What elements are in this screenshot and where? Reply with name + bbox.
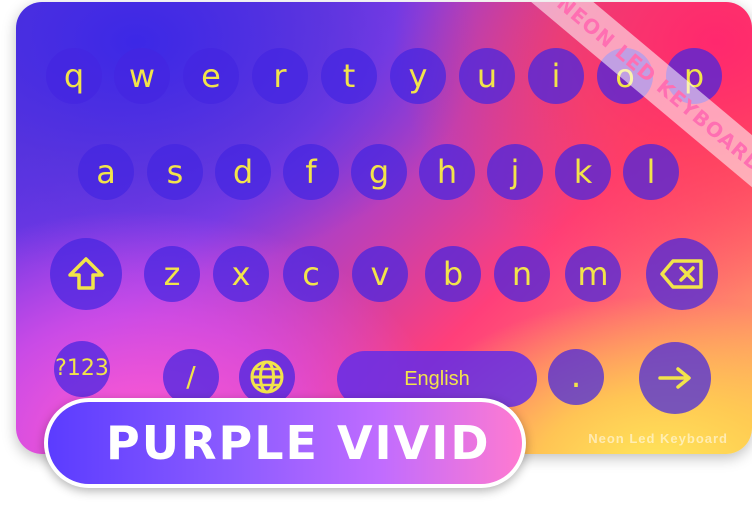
theme-name-badge-fill: PURPLE VIVID (48, 402, 522, 484)
arrow-right-icon (658, 367, 691, 389)
key-d[interactable]: d (215, 144, 271, 200)
brand-watermark: Neon Led Keyboard (588, 431, 728, 446)
key-b[interactable]: b (425, 246, 481, 302)
key-m[interactable]: m (565, 246, 621, 302)
key-g[interactable]: g (351, 144, 407, 200)
shift-arrow-up-icon (68, 257, 104, 290)
key-v[interactable]: v (352, 246, 408, 302)
key-c[interactable]: c (283, 246, 339, 302)
theme-name-badge: PURPLE VIVID (44, 398, 526, 488)
key-s[interactable]: s (147, 144, 203, 200)
key-l[interactable]: l (623, 144, 679, 200)
key-a[interactable]: a (78, 144, 134, 200)
key-t[interactable]: t (321, 48, 377, 104)
key-e[interactable]: e (183, 48, 239, 104)
globe-icon (250, 360, 284, 394)
language-key[interactable] (239, 349, 295, 405)
key-w[interactable]: w (114, 48, 170, 104)
symbols-key[interactable]: ?123 (54, 341, 110, 397)
enter-key[interactable] (639, 342, 711, 414)
key-u[interactable]: u (459, 48, 515, 104)
period-label: . (570, 356, 582, 396)
shift-key[interactable] (50, 238, 122, 310)
backspace-key[interactable] (646, 238, 718, 310)
period-key[interactable]: . (548, 349, 604, 405)
key-j[interactable]: j (487, 144, 543, 200)
theme-name: PURPLE VIVID (106, 416, 491, 470)
backspace-icon (660, 259, 703, 289)
slash-key[interactable]: / (163, 349, 219, 405)
keyboard-preview-card: q w e r t y u i o p a s d f g h j k l z … (16, 2, 752, 454)
key-z[interactable]: z (144, 246, 200, 302)
key-h[interactable]: h (419, 144, 475, 200)
key-q[interactable]: q (46, 48, 102, 104)
key-n[interactable]: n (494, 246, 550, 302)
key-r[interactable]: r (252, 48, 308, 104)
key-k[interactable]: k (555, 144, 611, 200)
key-y[interactable]: y (390, 48, 446, 104)
key-x[interactable]: x (213, 246, 269, 302)
key-f[interactable]: f (283, 144, 339, 200)
key-i[interactable]: i (528, 48, 584, 104)
